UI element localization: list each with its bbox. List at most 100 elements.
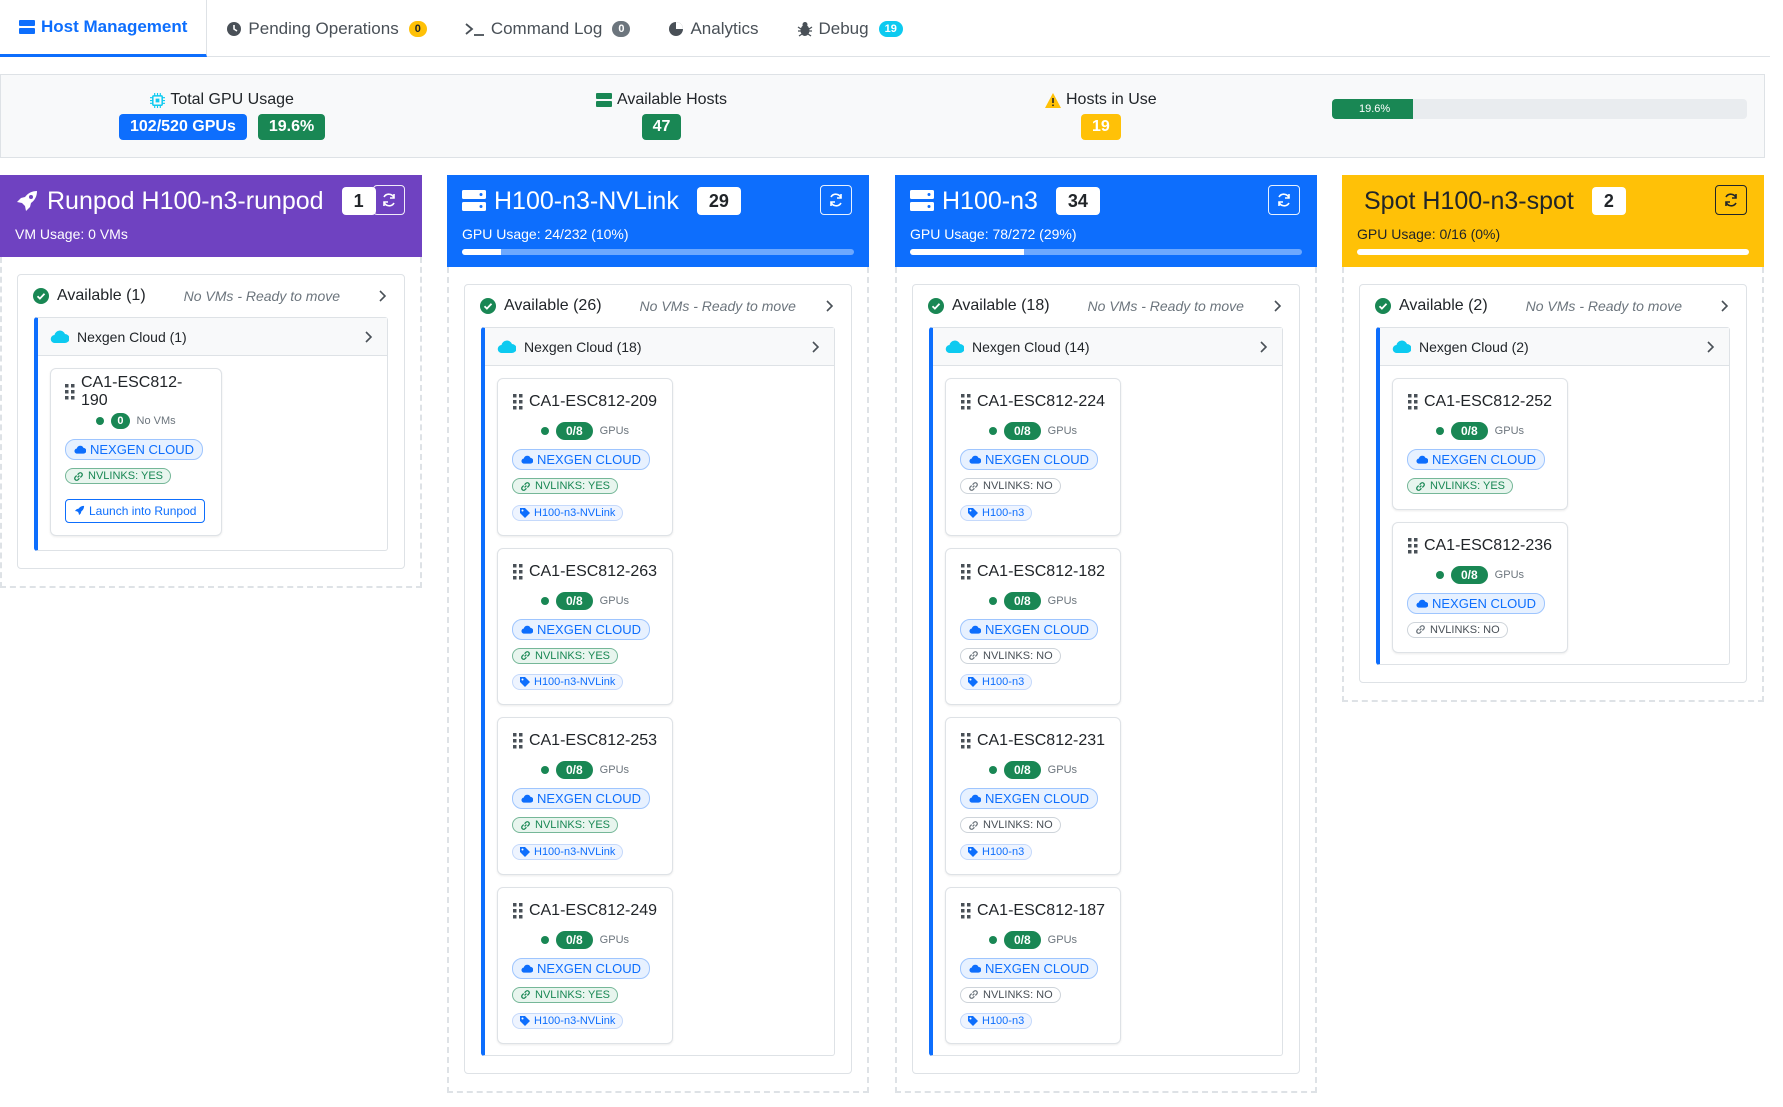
host-name: CA1-ESC812-209 xyxy=(528,393,658,410)
check-circle-icon xyxy=(928,298,944,314)
link-icon xyxy=(968,820,979,831)
cloud-icon xyxy=(969,794,981,803)
clock-icon xyxy=(226,21,242,37)
host-card[interactable]: CA1-ESC812-187 0/8 GPUs NEXGEN CLOUD NVLI… xyxy=(945,886,1121,1044)
cloud-tag: NEXGEN CLOUD xyxy=(1407,449,1546,470)
status-dot xyxy=(1435,427,1444,435)
cloud-icon xyxy=(521,625,533,634)
tab-analytics[interactable]: Analytics xyxy=(649,0,777,57)
link-icon xyxy=(520,481,531,492)
cloud-tag-label: NEXGEN CLOUD xyxy=(537,452,642,467)
available-section-note: No VMs - Ready to move xyxy=(1087,298,1244,314)
tab-label: Pending Operations xyxy=(248,18,399,38)
available-section-header[interactable]: Available (26) No VMs - Ready to move xyxy=(465,285,851,327)
nvlinks-tag-label: NVLINKS: YES xyxy=(535,480,610,492)
host-card[interactable]: CA1-ESC812-190 0 No VMs NEXGEN CLOUD NVL… xyxy=(50,368,222,536)
host-card[interactable]: CA1-ESC812-231 0/8 GPUs NEXGEN CLOUD NVLI… xyxy=(945,717,1121,875)
cloud-icon xyxy=(74,445,86,454)
provider-header[interactable]: Nexgen Cloud (2) xyxy=(1380,328,1729,366)
nvlinks-tag-label: NVLINKS: NO xyxy=(1430,623,1500,636)
host-name: CA1-ESC812-190 xyxy=(81,374,183,409)
available-section-header[interactable]: Available (1) No VMs - Ready to move xyxy=(18,275,404,317)
tab-command-log[interactable]: Command Log 0 xyxy=(446,0,650,57)
host-card[interactable]: CA1-ESC812-224 0/8 GPUs NEXGEN CLOUD NVLI… xyxy=(945,378,1121,536)
pool-body: Available (26) No VMs - Ready to move Ne… xyxy=(447,267,869,1093)
pool-type-label: H100-n3-NVLink xyxy=(534,845,616,858)
pool-column-spot: Spot H100-n3-spot 2 GPU Usage: 0/16 (0%)… xyxy=(1342,175,1764,702)
tab-pending-operations[interactable]: Pending Operations 0 xyxy=(207,0,445,57)
host-card[interactable]: CA1-ESC812-253 0/8 GPUs NEXGEN CLOUD NVLI… xyxy=(497,717,673,875)
provider-header[interactable]: Nexgen Cloud (1) xyxy=(38,318,387,356)
nvlinks-tag: NVLINKS: NO xyxy=(960,478,1061,494)
pie-chart-icon xyxy=(668,21,684,37)
gpu-count-badge: 0/8 xyxy=(1450,565,1488,584)
cloud-tag-label: NEXGEN CLOUD xyxy=(537,621,642,637)
cloud-tag-label: NEXGEN CLOUD xyxy=(90,442,195,457)
grip-icon xyxy=(512,563,523,580)
available-section-note: No VMs - Ready to move xyxy=(639,298,796,314)
gpu-unit: GPUs xyxy=(1047,933,1078,946)
host-name: CA1-ESC812-231 xyxy=(976,732,1106,749)
pool-usage-progress xyxy=(462,249,854,255)
gpu-count-badge: 0/8 xyxy=(555,930,593,949)
check-circle-icon xyxy=(1375,298,1391,314)
cloud-tag-label: NEXGEN CLOUD xyxy=(537,791,642,806)
gpu-unit: GPUs xyxy=(599,594,630,607)
gpu-count-badge: 0/8 xyxy=(555,591,593,610)
tab-label: Command Log xyxy=(490,18,603,38)
tab-label: Analytics xyxy=(690,18,759,38)
pool-usage-progress xyxy=(1357,249,1749,255)
refresh-icon xyxy=(828,192,844,208)
provider-header[interactable]: Nexgen Cloud (18) xyxy=(485,328,834,366)
chevron-right-icon xyxy=(1719,300,1731,312)
launch-runpod-button[interactable]: Launch into Runpod xyxy=(65,498,206,523)
pool-host-count: 29 xyxy=(696,187,741,215)
tab-label: Host Management xyxy=(41,17,188,36)
host-card[interactable]: CA1-ESC812-252 0/8 GPUs NEXGEN CLOUD NVLI… xyxy=(1392,378,1568,510)
gpu-unit: GPUs xyxy=(1047,594,1078,607)
provider-header[interactable]: Nexgen Cloud (14) xyxy=(933,328,1282,366)
gpu-unit: GPUs xyxy=(1494,568,1525,581)
refresh-button[interactable] xyxy=(1715,185,1747,215)
available-section-header[interactable]: Available (2) No VMs - Ready to move xyxy=(1360,285,1746,327)
refresh-button[interactable] xyxy=(820,185,852,215)
host-name: CA1-ESC812-182 xyxy=(976,562,1106,580)
grip-icon xyxy=(512,394,523,410)
host-card[interactable]: CA1-ESC812-249 0/8 GPUs NEXGEN CLOUD NVLI… xyxy=(497,886,673,1044)
chevron-right-icon xyxy=(1258,340,1270,353)
link-icon xyxy=(968,650,979,661)
gpu-count-badge: 0/8 xyxy=(1003,422,1041,440)
tag-icon xyxy=(520,846,530,857)
pool-header: H100-n3-NVLink 29 GPU Usage: 24/232 (10%… xyxy=(447,175,869,267)
host-list: CA1-ESC812-209 0/8 GPUs NEXGEN CLOUD NVLI… xyxy=(485,366,834,1055)
pool-type-label: H100-n3 xyxy=(982,1015,1025,1027)
status-dot xyxy=(988,766,997,774)
refresh-button[interactable] xyxy=(1268,185,1300,215)
host-name: CA1-ESC812-224 xyxy=(976,393,1106,410)
nvlinks-tag-label: NVLINKS: NO xyxy=(983,480,1053,492)
chevron-right-icon xyxy=(1272,300,1284,312)
cloud-tag: NEXGEN CLOUD xyxy=(960,957,1099,979)
host-card[interactable]: CA1-ESC812-236 0/8 GPUs NEXGEN CLOUD NVLI… xyxy=(1392,521,1568,653)
nvlinks-tag-label: NVLINKS: YES xyxy=(88,470,163,482)
gpu-unit: GPUs xyxy=(599,425,630,437)
tab-debug[interactable]: Debug 19 xyxy=(778,0,922,57)
chevron-right-icon xyxy=(1705,340,1717,353)
available-hosts-stat: Available Hosts 47 xyxy=(596,90,727,140)
tab-host-management[interactable]: Host Management xyxy=(0,0,208,57)
tag-icon xyxy=(968,846,978,857)
grip-icon xyxy=(65,384,75,400)
refresh-button[interactable] xyxy=(373,185,405,215)
gpu-unit: GPUs xyxy=(599,764,630,776)
host-card[interactable]: CA1-ESC812-209 0/8 GPUs NEXGEN CLOUD NVLI… xyxy=(497,378,673,536)
host-card[interactable]: CA1-ESC812-182 0/8 GPUs NEXGEN CLOUD NVLI… xyxy=(945,547,1121,705)
nvlinks-tag: NVLINKS: YES xyxy=(512,647,618,664)
terminal-icon xyxy=(465,22,485,36)
available-section-header[interactable]: Available (18) No VMs - Ready to move xyxy=(913,285,1299,327)
host-card[interactable]: CA1-ESC812-263 0/8 GPUs NEXGEN CLOUD NVLI… xyxy=(497,547,673,705)
link-icon xyxy=(968,481,979,492)
nvlinks-tag-label: NVLINKS: NO xyxy=(983,988,1053,1001)
pool-body: Available (18) No VMs - Ready to move Ne… xyxy=(895,267,1317,1093)
cloud-icon xyxy=(1416,455,1428,464)
cloud-tag: NEXGEN CLOUD xyxy=(960,449,1099,470)
